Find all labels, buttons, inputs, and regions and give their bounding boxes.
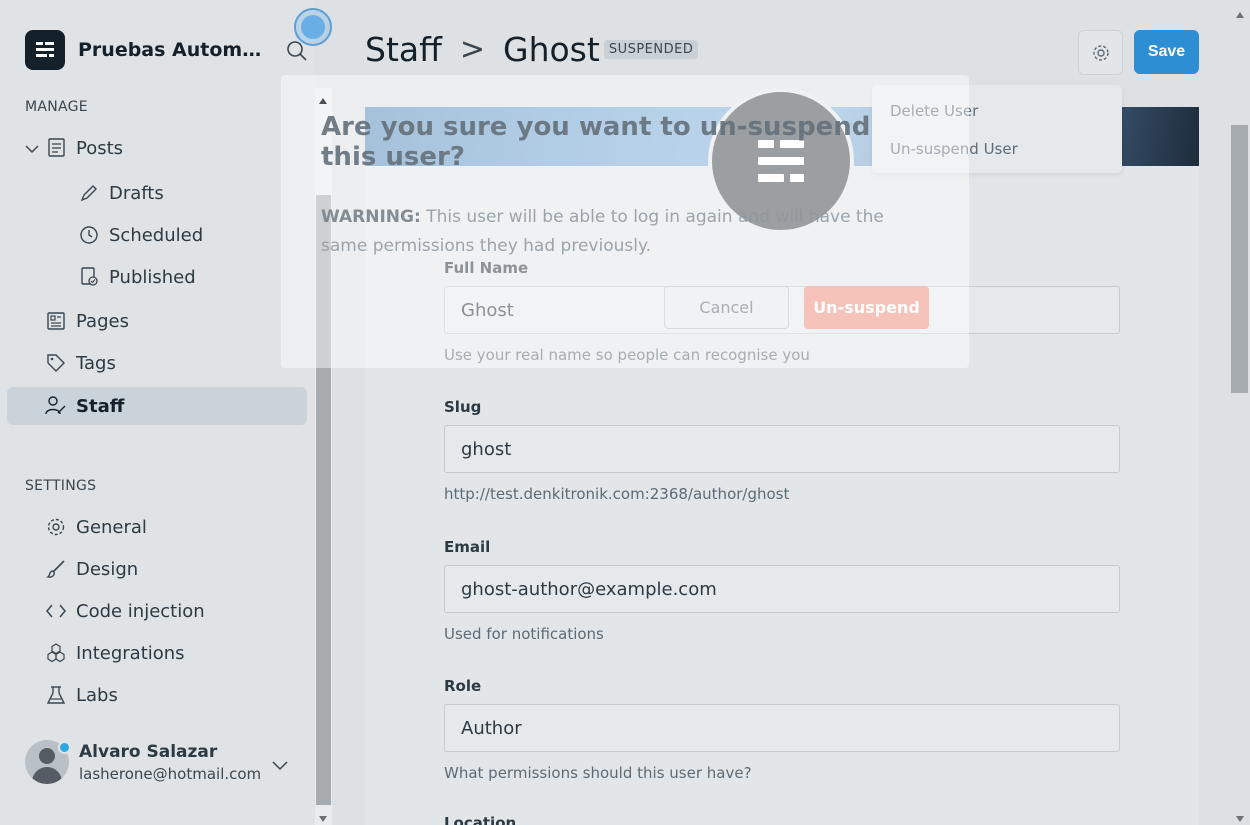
- sidebar-item-label: Tags: [76, 352, 116, 374]
- published-icon: [78, 266, 100, 288]
- sidebar-item-label: Integrations: [76, 642, 185, 664]
- scroll-down-arrow-icon[interactable]: [318, 808, 328, 825]
- role-label: Role: [444, 677, 482, 695]
- user-name: Alvaro Salazar: [79, 741, 218, 762]
- sidebar-item-label: Pages: [76, 310, 129, 332]
- sidebar: Pruebas Automatiz... MANAGE Posts Drafts…: [0, 0, 315, 825]
- sidebar-item-label: Design: [76, 558, 139, 580]
- sidebar-item-code-injection[interactable]: Code injection: [45, 600, 205, 622]
- scroll-up-arrow-icon[interactable]: [318, 90, 328, 109]
- click-indicator: [294, 8, 332, 46]
- sidebar-item-design[interactable]: Design: [45, 558, 138, 580]
- sidebar-item-label: Code injection: [76, 600, 205, 622]
- sidebar-item-label: Labs: [76, 684, 118, 706]
- sidebar-item-label: Scheduled: [109, 224, 204, 246]
- staff-icon: [45, 395, 67, 417]
- sidebar-item-label: Published: [109, 266, 196, 288]
- integrations-icon: [45, 642, 67, 664]
- role-field: Role Author What permissions should this…: [444, 677, 1120, 782]
- scroll-down-arrow-icon[interactable]: [1235, 808, 1245, 825]
- gear-icon: [1092, 44, 1109, 61]
- modal-warning: WARNING: This user will be able to log i…: [321, 203, 921, 261]
- chevron-down-icon[interactable]: [271, 757, 289, 776]
- sidebar-item-label: Posts: [76, 137, 124, 159]
- brush-icon: [45, 558, 67, 580]
- gear-icon: [45, 516, 67, 538]
- scroll-up-arrow-icon[interactable]: [1235, 4, 1245, 23]
- sidebar-item-tags[interactable]: Tags: [45, 352, 116, 374]
- flask-icon: [45, 684, 67, 706]
- location-field: Location: [444, 814, 1120, 825]
- sidebar-item-staff[interactable]: Staff: [7, 387, 307, 425]
- slug-label: Slug: [444, 398, 482, 416]
- sidebar-item-labs[interactable]: Labs: [45, 684, 118, 706]
- sidebar-item-label: General: [76, 516, 147, 538]
- warning-label: WARNING:: [321, 207, 421, 227]
- sidebar-item-drafts[interactable]: Drafts: [78, 182, 164, 204]
- cancel-button[interactable]: Cancel: [664, 286, 789, 329]
- email-input[interactable]: ghost-author@example.com: [444, 565, 1120, 613]
- slug-help: http://test.denkitronik.com:2368/author/…: [444, 485, 790, 503]
- sidebar-item-scheduled[interactable]: Scheduled: [78, 224, 203, 246]
- email-field: Email ghost-author@example.com Used for …: [444, 538, 1120, 643]
- brand-logo-icon: [25, 30, 65, 70]
- sidebar-item-label: Staff: [76, 395, 125, 417]
- settings-section-label: SETTINGS: [25, 478, 97, 494]
- main-scrollbar-thumb[interactable]: [1231, 125, 1248, 393]
- breadcrumb-staff[interactable]: Staff: [365, 30, 442, 69]
- slug-field: Slug ghost http://test.denkitronik.com:2…: [444, 398, 1120, 503]
- pencil-icon: [78, 182, 100, 204]
- unsuspend-button[interactable]: Un-suspend: [804, 286, 929, 329]
- manage-section-label: MANAGE: [25, 99, 88, 115]
- sidebar-item-pages[interactable]: Pages: [45, 310, 129, 332]
- location-label: Location: [444, 814, 517, 825]
- modal-title: Are you sure you want to un-suspend this…: [321, 112, 871, 172]
- clock-icon: [78, 224, 100, 246]
- email-label: Email: [444, 538, 491, 556]
- chevron-down-icon[interactable]: [25, 138, 39, 159]
- save-button[interactable]: Save: [1134, 30, 1199, 74]
- sidebar-item-integrations[interactable]: Integrations: [45, 642, 185, 664]
- brand-name: Pruebas Automatiz...: [78, 39, 270, 61]
- email-help: Used for notifications: [444, 625, 604, 643]
- sidebar-item-published[interactable]: Published: [78, 266, 196, 288]
- sidebar-item-label: Drafts: [109, 182, 164, 204]
- role-help: What permissions should this user have?: [444, 764, 752, 782]
- role-select[interactable]: Author: [444, 704, 1120, 752]
- user-title: Ghost: [503, 30, 600, 69]
- sidebar-item-posts[interactable]: Posts: [25, 137, 123, 159]
- user-email: lasherone@hotmail.com: [79, 764, 262, 783]
- slug-input[interactable]: ghost: [444, 425, 1120, 473]
- page-title: Staff > Ghost SUSPENDED: [365, 30, 699, 69]
- posts-icon: [45, 137, 67, 159]
- pages-icon: [45, 310, 67, 332]
- brand[interactable]: Pruebas Automatiz...: [25, 30, 270, 70]
- sidebar-item-general[interactable]: General: [45, 516, 147, 538]
- status-badge: SUSPENDED: [603, 40, 699, 59]
- settings-menu-button[interactable]: [1078, 30, 1123, 75]
- tag-icon: [45, 352, 67, 374]
- notification-dot: [58, 741, 71, 754]
- breadcrumb-separator: >: [459, 32, 485, 67]
- code-icon: [45, 600, 67, 622]
